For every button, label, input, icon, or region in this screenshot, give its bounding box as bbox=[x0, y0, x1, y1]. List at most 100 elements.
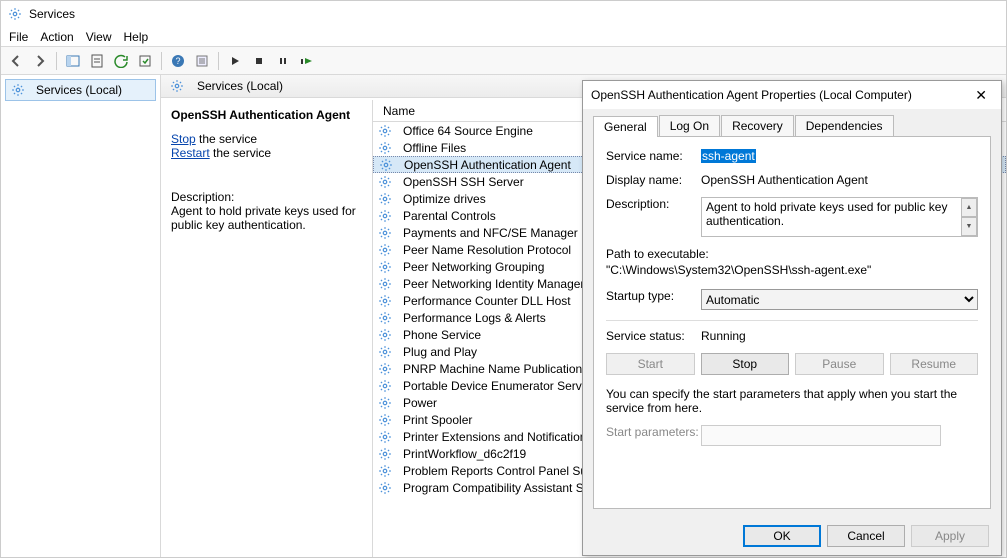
gear-icon bbox=[377, 412, 393, 428]
properties-button[interactable] bbox=[86, 50, 108, 72]
service-name: Performance Logs & Alerts bbox=[403, 311, 546, 325]
description-label: Description: bbox=[171, 190, 362, 204]
refresh-button[interactable] bbox=[110, 50, 132, 72]
svg-text:?: ? bbox=[175, 56, 180, 66]
service-control-buttons: Start Stop Pause Resume bbox=[606, 353, 978, 375]
gear-icon bbox=[377, 344, 393, 360]
gear-icon bbox=[377, 463, 393, 479]
description-scroll[interactable]: ▲▼ bbox=[961, 198, 977, 236]
gear-icon bbox=[377, 208, 393, 224]
service-name: PrintWorkflow_d6c2f19 bbox=[403, 447, 526, 461]
help-button[interactable]: ? bbox=[167, 50, 189, 72]
gear-icon bbox=[377, 242, 393, 258]
gear-icon bbox=[377, 446, 393, 462]
pause-service-button[interactable] bbox=[272, 50, 294, 72]
service-name: Peer Networking Identity Manager bbox=[403, 277, 584, 291]
description-box[interactable]: Agent to hold private keys used for publ… bbox=[701, 197, 978, 237]
service-name: Program Compatibility Assistant Servic bbox=[403, 481, 609, 495]
service-name: Phone Service bbox=[403, 328, 481, 342]
value-service-status: Running bbox=[701, 329, 978, 343]
tab-logon[interactable]: Log On bbox=[659, 115, 720, 136]
start-button[interactable]: Start bbox=[606, 353, 695, 375]
tree-item-services-local[interactable]: Services (Local) bbox=[5, 79, 156, 101]
stop-service-button[interactable] bbox=[248, 50, 270, 72]
service-name: OpenSSH SSH Server bbox=[403, 175, 524, 189]
back-button[interactable] bbox=[5, 50, 27, 72]
toolbar-separator bbox=[56, 52, 57, 70]
service-name: Printer Extensions and Notifications bbox=[403, 430, 592, 444]
label-start-parameters: Start parameters: bbox=[606, 425, 701, 439]
close-button[interactable]: ✕ bbox=[969, 85, 993, 106]
apply-button[interactable]: Apply bbox=[911, 525, 989, 547]
restart-line: Restart the service bbox=[171, 146, 362, 160]
gear-icon bbox=[377, 225, 393, 241]
gear-icon bbox=[377, 174, 393, 190]
service-name: Office 64 Source Engine bbox=[403, 124, 533, 138]
dialog-titlebar: OpenSSH Authentication Agent Properties … bbox=[583, 81, 1001, 109]
selected-service-name: OpenSSH Authentication Agent bbox=[171, 108, 362, 122]
menu-bar: File Action View Help bbox=[1, 27, 1006, 47]
service-name: Peer Name Resolution Protocol bbox=[403, 243, 571, 257]
window-title: Services bbox=[29, 7, 75, 21]
gear-icon bbox=[377, 123, 393, 139]
tab-dependencies[interactable]: Dependencies bbox=[795, 115, 894, 136]
service-name: Performance Counter DLL Host bbox=[403, 294, 571, 308]
pause-button[interactable]: Pause bbox=[795, 353, 884, 375]
tab-strip: General Log On Recovery Dependencies bbox=[593, 115, 991, 137]
label-display-name: Display name: bbox=[606, 173, 701, 187]
tab-general[interactable]: General bbox=[593, 116, 658, 137]
service-name: Optimize drives bbox=[403, 192, 486, 206]
service-name: Peer Networking Grouping bbox=[403, 260, 544, 274]
forward-button[interactable] bbox=[29, 50, 51, 72]
menu-action[interactable]: Action bbox=[40, 30, 73, 44]
gear-icon bbox=[377, 361, 393, 377]
gear-icon bbox=[377, 395, 393, 411]
detail-pane: OpenSSH Authentication Agent Stop the se… bbox=[161, 100, 373, 557]
service-name: Parental Controls bbox=[403, 209, 496, 223]
restart-service-button[interactable] bbox=[296, 50, 318, 72]
gear-icon bbox=[377, 293, 393, 309]
properties-sheet-button[interactable] bbox=[191, 50, 213, 72]
label-path: Path to executable: bbox=[606, 247, 978, 261]
gear-icon bbox=[377, 276, 393, 292]
menu-help[interactable]: Help bbox=[124, 30, 149, 44]
start-parameters-input[interactable] bbox=[701, 425, 941, 446]
service-name: OpenSSH Authentication Agent bbox=[404, 158, 571, 172]
value-service-name[interactable]: ssh-agent bbox=[701, 149, 756, 163]
gear-icon bbox=[10, 82, 26, 98]
ok-button[interactable]: OK bbox=[743, 525, 821, 547]
resume-button[interactable]: Resume bbox=[890, 353, 979, 375]
restart-link[interactable]: Restart bbox=[171, 146, 210, 160]
export-button[interactable] bbox=[134, 50, 156, 72]
gear-icon bbox=[377, 259, 393, 275]
gear-icon bbox=[377, 327, 393, 343]
divider bbox=[606, 320, 978, 321]
stop-link[interactable]: Stop bbox=[171, 132, 196, 146]
show-hide-tree-button[interactable] bbox=[62, 50, 84, 72]
stop-button[interactable]: Stop bbox=[701, 353, 790, 375]
scroll-up-icon[interactable]: ▲ bbox=[961, 198, 977, 217]
gear-icon bbox=[377, 191, 393, 207]
startup-type-select[interactable]: Automatic bbox=[701, 289, 978, 310]
services-icon bbox=[7, 6, 23, 22]
gear-icon bbox=[377, 480, 393, 496]
tab-content-general: Service name: ssh-agent Display name: Op… bbox=[593, 137, 991, 509]
stop-line: Stop the service bbox=[171, 132, 362, 146]
service-name: Plug and Play bbox=[403, 345, 477, 359]
cancel-button[interactable]: Cancel bbox=[827, 525, 905, 547]
tree-pane: Services (Local) bbox=[1, 75, 161, 557]
service-name: Portable Device Enumerator Service bbox=[403, 379, 597, 393]
start-service-button[interactable] bbox=[224, 50, 246, 72]
title-bar: Services bbox=[1, 1, 1006, 27]
value-path: "C:\Windows\System32\OpenSSH\ssh-agent.e… bbox=[606, 263, 978, 277]
dialog-footer: OK Cancel Apply bbox=[583, 517, 1001, 555]
label-description: Description: bbox=[606, 197, 701, 211]
scroll-down-icon[interactable]: ▼ bbox=[961, 217, 977, 236]
tab-recovery[interactable]: Recovery bbox=[721, 115, 794, 136]
hint-text: You can specify the start parameters tha… bbox=[606, 387, 978, 415]
service-name: Print Spooler bbox=[403, 413, 472, 427]
properties-dialog: OpenSSH Authentication Agent Properties … bbox=[582, 80, 1002, 556]
dialog-body: General Log On Recovery Dependencies Ser… bbox=[583, 109, 1001, 517]
menu-file[interactable]: File bbox=[9, 30, 28, 44]
menu-view[interactable]: View bbox=[86, 30, 112, 44]
